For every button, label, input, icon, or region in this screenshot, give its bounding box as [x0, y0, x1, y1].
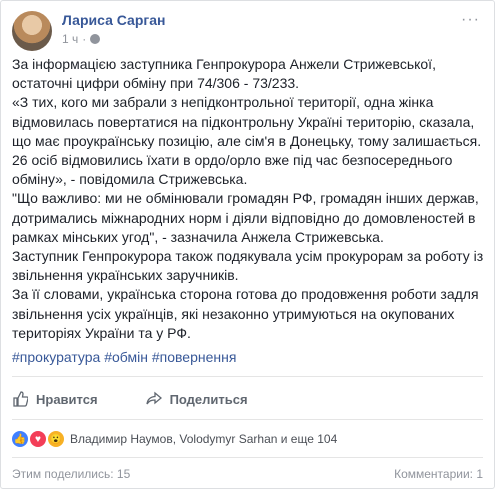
author-name[interactable]: Лариса Сарган: [62, 12, 165, 28]
post-paragraph: За інформацією заступника Генпрокурора А…: [12, 56, 440, 92]
share-button[interactable]: Поделиться: [145, 391, 248, 407]
reaction-names[interactable]: Владимир Наумов, Volodymyr Sarhan и еще …: [70, 432, 337, 446]
globe-icon[interactable]: [90, 34, 101, 44]
divider: [12, 457, 483, 458]
love-icon: ♥: [30, 431, 46, 447]
thumbs-up-icon: [13, 391, 28, 407]
like-icon: 👍: [12, 431, 28, 447]
post-card: Лариса Сарган 1 ч · ··· За інформацією з…: [0, 0, 495, 489]
more-options-icon[interactable]: ···: [461, 11, 480, 29]
hashtag-link[interactable]: #повернення: [152, 349, 237, 365]
hashtags: #прокуратура #обмін #повернення: [12, 349, 236, 365]
shares-count[interactable]: Этим поделились: 15: [12, 467, 130, 481]
post-meta: 1 ч ·: [62, 32, 101, 46]
reactions-summary[interactable]: 👍 ♥ 😮 Владимир Наумов, Volodymyr Sarhan …: [12, 431, 337, 447]
author-avatar[interactable]: [12, 11, 52, 51]
post-text: За інформацією заступника Генпрокурора А…: [12, 55, 487, 343]
share-icon: [145, 391, 162, 405]
post-paragraph: За її словами, українська сторона готова…: [12, 286, 483, 341]
post-actions: Нравится Поделиться: [12, 385, 248, 413]
post-paragraph: «З тих, кого ми забрали з непідконтрольн…: [12, 94, 486, 188]
wow-icon: 😮: [48, 431, 64, 447]
hashtag-link[interactable]: #обмін: [104, 349, 148, 365]
comments-count[interactable]: Комментарии: 1: [394, 467, 483, 481]
post-paragraph: Заступник Генпрокурора також подякувала …: [12, 248, 488, 284]
hashtag-link[interactable]: #прокуратура: [12, 349, 100, 365]
divider: [12, 376, 483, 377]
share-label: Поделиться: [169, 391, 248, 407]
post-header: Лариса Сарган 1 ч · ···: [12, 11, 484, 51]
meta-separator: ·: [82, 32, 87, 46]
post-time[interactable]: 1 ч: [62, 32, 78, 46]
like-label: Нравится: [36, 391, 98, 407]
post-footer: Этим поделились: 15 Комментарии: 1: [12, 467, 483, 481]
divider: [12, 419, 483, 420]
like-button[interactable]: Нравится: [12, 391, 98, 407]
post-paragraph: "Що важливо: ми не обмінювали громадян Р…: [12, 190, 483, 245]
